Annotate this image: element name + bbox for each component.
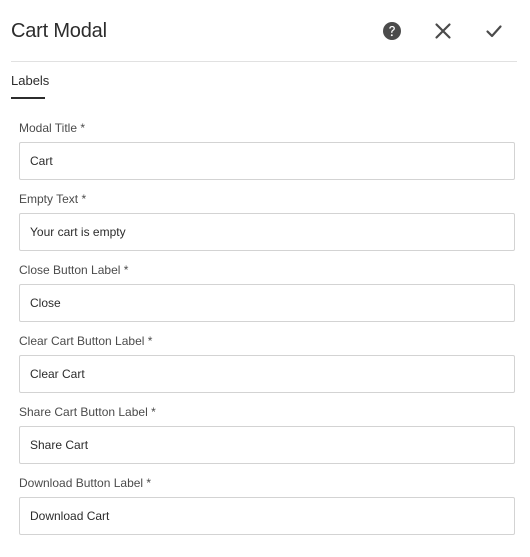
share-cart-button-label-input[interactable] [19, 426, 515, 464]
checkmark-icon [486, 25, 502, 38]
empty-text-field: Empty Text * [19, 192, 515, 251]
tab-active-indicator [11, 97, 45, 99]
close-button-label-label: Close Button Label * [19, 263, 129, 277]
clear-cart-button-label-field: Clear Cart Button Label * [19, 334, 515, 393]
modal-title-field: Modal Title * [19, 121, 515, 180]
close-icon [435, 23, 451, 39]
header-divider [11, 61, 517, 62]
download-button-label-input[interactable] [19, 497, 515, 535]
help-icon [383, 22, 401, 40]
dialog-header: Cart Modal [0, 0, 530, 62]
share-cart-button-label-label: Share Cart Button Label * [19, 405, 156, 419]
download-button-label-field: Download Button Label * [19, 476, 515, 535]
modal-title-label: Modal Title * [19, 121, 86, 135]
tab-labels[interactable]: Labels [11, 73, 49, 88]
close-button[interactable] [431, 19, 455, 43]
clear-cart-button-label-label: Clear Cart Button Label * [19, 334, 153, 348]
help-button[interactable] [380, 19, 404, 43]
share-cart-button-label-field: Share Cart Button Label * [19, 405, 515, 464]
close-button-label-field: Close Button Label * [19, 263, 515, 322]
empty-text-label: Empty Text * [19, 192, 87, 206]
dialog-title: Cart Modal [11, 20, 107, 42]
done-button[interactable] [482, 19, 506, 43]
modal-title-input[interactable] [19, 142, 515, 180]
clear-cart-button-label-input[interactable] [19, 355, 515, 393]
download-button-label-label: Download Button Label * [19, 476, 152, 490]
empty-text-input[interactable] [19, 213, 515, 251]
close-button-label-input[interactable] [19, 284, 515, 322]
